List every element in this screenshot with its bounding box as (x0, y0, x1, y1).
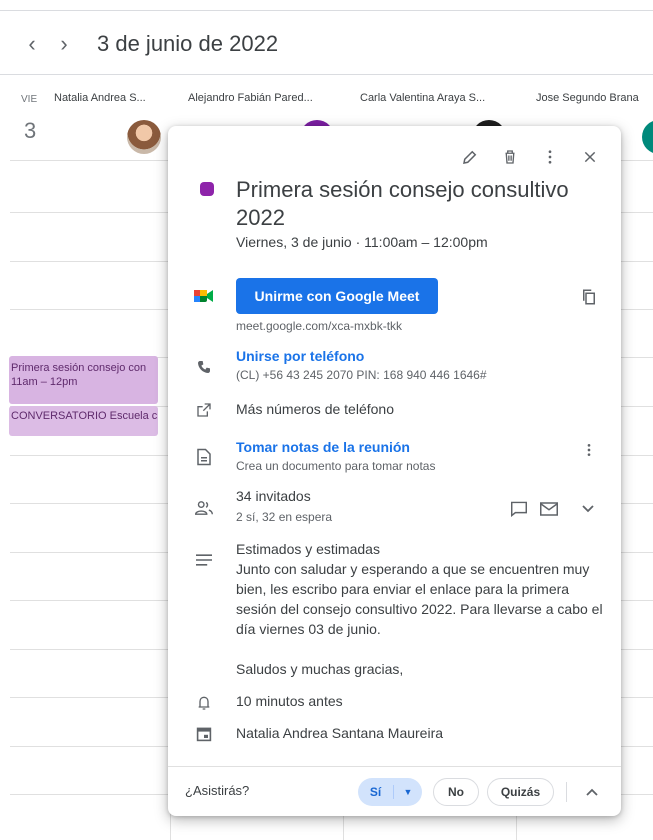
join-by-phone-link[interactable]: Unirse por teléfono (236, 348, 364, 364)
rsvp-no-button[interactable]: No (433, 778, 479, 806)
header-divider (0, 74, 653, 75)
event-chip-conversatorio[interactable]: CONVERSATORIO Escuela c (9, 406, 158, 436)
open-in-new-icon (194, 400, 214, 420)
chevron-up-icon[interactable] (578, 778, 606, 806)
close-icon[interactable] (573, 140, 607, 174)
calendar-header: ‹ › 3 de junio de 2022 (0, 24, 653, 64)
notes-more-icon[interactable] (572, 433, 606, 467)
date-title: 3 de junio de 2022 (97, 31, 279, 56)
chevron-right-icon[interactable]: › (49, 29, 79, 59)
rsvp-dropdown-icon[interactable]: ▼ (394, 787, 422, 797)
event-title: Primera sesión consejo consultivo 2022 (236, 177, 569, 230)
delete-icon[interactable] (493, 140, 527, 174)
rsvp-yes-label[interactable]: Sí (358, 785, 394, 799)
chevron-left-icon[interactable]: ‹ (17, 29, 47, 59)
people-icon (194, 498, 214, 518)
more-phone-numbers-link[interactable]: Más números de teléfono (236, 401, 394, 417)
event-chip-time: 11am – 12pm (11, 376, 78, 388)
event-chip-primera-sesion[interactable]: Primera sesión consejo con 11am – 12pm (9, 356, 158, 404)
copy-icon[interactable] (572, 280, 606, 314)
guest-status: 2 sí, 32 en espera (236, 510, 333, 524)
chevron-down-icon[interactable] (571, 492, 605, 526)
phone-details: (CL) +56 43 245 2070 PIN: 168 940 446 16… (236, 368, 487, 382)
document-icon (194, 447, 214, 467)
chat-icon[interactable] (502, 492, 536, 526)
event-description: Estimados y estimadas Junto con saludar … (236, 539, 606, 679)
column-header-alejandro: Alejandro Fabián Pared... (188, 92, 313, 104)
description-greeting: Estimados y estimadas (236, 541, 380, 557)
notes-details: Crea un documento para tomar notas (236, 459, 436, 473)
organizer-name: Natalia Andrea Santana Maureira (236, 725, 444, 741)
meet-url[interactable]: meet.google.com/xca-mxbk-tkk (236, 319, 402, 333)
reminder-text: 10 minutos antes (236, 693, 343, 709)
event-datetime: Viernes, 3 de junio · 11:00am – 12:00pm (236, 234, 488, 250)
edit-icon[interactable] (453, 140, 487, 174)
rsvp-question: ¿Asistirás? (185, 783, 250, 798)
footer-divider (168, 766, 621, 767)
description-icon (194, 550, 214, 570)
calendar-icon (194, 724, 214, 744)
footer-separator (566, 782, 567, 802)
event-details-popup: Primera sesión consejo consultivo 2022 V… (168, 126, 621, 816)
description-signoff: Saludos y muchas gracias, (236, 661, 404, 677)
column-header-natalia: Natalia Andrea S... (54, 92, 146, 104)
guest-count[interactable]: 34 invitados (236, 488, 311, 504)
rsvp-maybe-button[interactable]: Quizás (487, 778, 554, 806)
top-divider (0, 10, 653, 11)
event-chip-title: Primera sesión consejo con (11, 362, 147, 374)
day-number[interactable]: 3 (24, 118, 36, 144)
column-header-carla: Carla Valentina Araya S... (360, 92, 486, 104)
take-meeting-notes-link[interactable]: Tomar notas de la reunión (236, 439, 410, 455)
event-chip-title: CONVERSATORIO Escuela c (11, 410, 158, 422)
google-meet-icon (194, 286, 214, 306)
phone-icon (194, 357, 214, 377)
bell-icon (194, 693, 214, 713)
email-icon[interactable] (532, 492, 566, 526)
weekday-label: VIE (21, 94, 38, 105)
event-color-swatch (200, 182, 214, 196)
join-meet-button[interactable]: Unirme con Google Meet (236, 278, 438, 314)
more-options-icon[interactable] (533, 140, 567, 174)
column-header-jose: Jose Segundo Brana (536, 92, 639, 104)
avatar[interactable] (642, 120, 653, 154)
description-body: Junto con saludar y esperando a que se e… (236, 561, 603, 637)
popup-toolbar (453, 140, 607, 174)
avatar[interactable] (127, 120, 161, 154)
rsvp-yes-button[interactable]: Sí ▼ (358, 778, 422, 806)
